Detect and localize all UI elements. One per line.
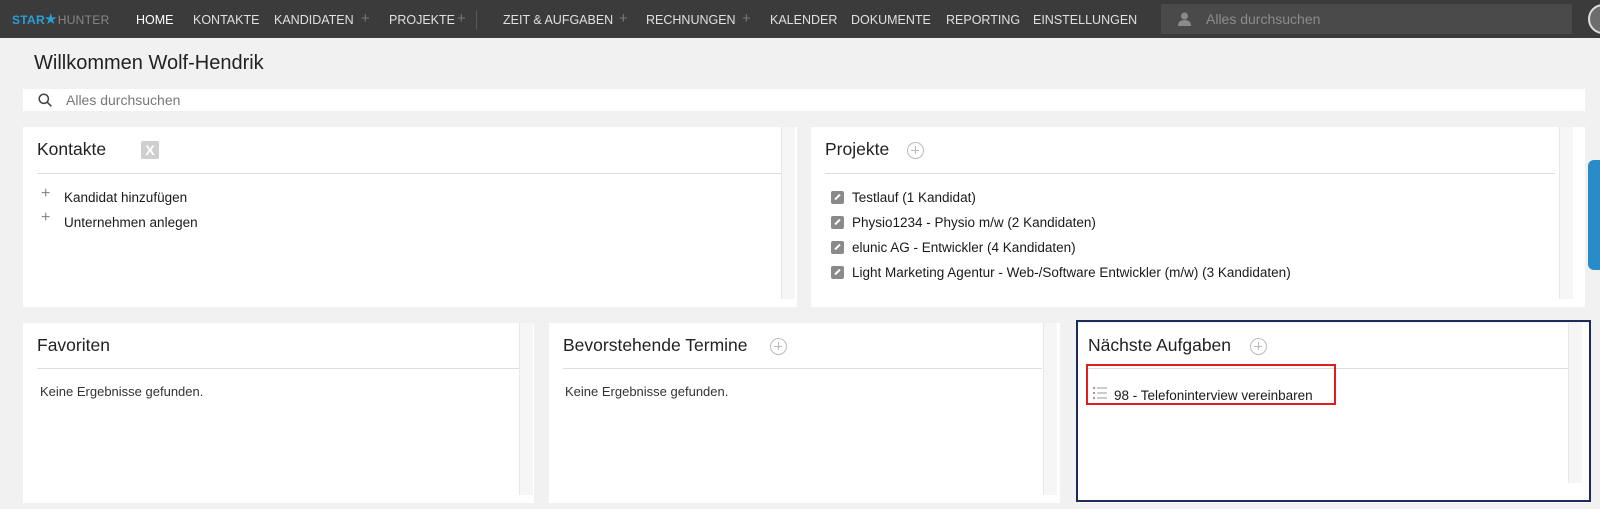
plus-icon: + — [41, 209, 51, 226]
projekt-item[interactable]: Testlauf (1 Kandidat) — [852, 190, 976, 205]
projekte-panel: Projekte Testlauf (1 Kandidat) Physio123… — [811, 127, 1585, 307]
starhunter-logo[interactable]: STAR ★ HUNTER — [12, 11, 110, 28]
projekt-link-icon — [831, 241, 844, 254]
xing-icon[interactable]: X — [141, 141, 159, 159]
projekt-link-icon — [831, 216, 844, 229]
search-icon — [38, 93, 52, 107]
page-title: Willkommen Wolf-Hendrik — [34, 52, 264, 74]
add-kandidat-link[interactable]: Kandidat hinzufügen — [64, 190, 187, 205]
nav-dokumente[interactable]: DOKUMENTE — [851, 13, 931, 27]
divider — [825, 173, 1555, 174]
nav-kandidaten[interactable]: KANDIDATEN — [274, 13, 354, 27]
kontakte-title: Kontakte — [37, 139, 107, 159]
divider — [563, 368, 1042, 369]
star-icon: ★ — [43, 11, 58, 28]
focus-highlight — [1076, 320, 1591, 502]
empty-message: Keine Ergebnisse gefunden. — [565, 384, 729, 399]
nav-kontakte[interactable]: KONTAKTE — [193, 13, 259, 27]
scrollbar[interactable] — [781, 127, 795, 299]
termine-title: Bevorstehende Termine — [563, 335, 748, 355]
search-placeholder: Alles durchsuchen — [66, 92, 181, 108]
projekt-item[interactable]: elunic AG - Entwickler (4 Kandidaten) — [852, 240, 1076, 255]
global-search-input[interactable]: Alles durchsuchen — [1161, 4, 1572, 34]
nav-home[interactable]: HOME — [136, 13, 174, 27]
projekt-item[interactable]: Physio1234 - Physio m/w (2 Kandidaten) — [852, 215, 1096, 230]
scrollbar[interactable] — [519, 323, 533, 495]
termine-panel: Bevorstehende Termine Keine Ergebnisse g… — [549, 323, 1060, 503]
top-navigation: STAR ★ HUNTER HOME KONTAKTE KANDIDATEN + P… — [0, 0, 1600, 38]
global-search-placeholder: Alles durchsuchen — [1206, 11, 1321, 27]
divider — [37, 173, 781, 174]
kontakte-panel: Kontakte X + Kandidat hinzufügen + Unter… — [23, 127, 797, 307]
avatar[interactable] — [1588, 4, 1600, 34]
nav-zeit-aufgaben[interactable]: ZEIT & AUFGABEN — [503, 13, 613, 27]
add-rechnung-plus-icon[interactable]: + — [742, 10, 751, 27]
nav-rechnungen[interactable]: RECHNUNGEN — [646, 13, 736, 27]
add-aufgabe-plus-icon[interactable]: + — [619, 10, 628, 27]
favoriten-title: Favoriten — [37, 335, 110, 355]
projekte-title: Projekte — [825, 139, 890, 159]
add-projekt-icon[interactable] — [907, 142, 924, 159]
nav-einstellungen[interactable]: EINSTELLUNGEN — [1033, 13, 1137, 27]
nav-projekte[interactable]: PROJEKTE — [389, 13, 455, 27]
annotation-highlight — [1086, 364, 1336, 405]
search-input[interactable]: Alles durchsuchen — [23, 89, 1585, 111]
user-icon — [1178, 12, 1191, 26]
nav-kalender[interactable]: KALENDER — [770, 13, 837, 27]
empty-message: Keine Ergebnisse gefunden. — [40, 384, 204, 399]
projekt-link-icon — [831, 191, 844, 204]
nav-divider — [476, 10, 477, 30]
favoriten-panel: Favoriten Keine Ergebnisse gefunden. — [23, 323, 534, 503]
add-unternehmen-link[interactable]: Unternehmen anlegen — [64, 215, 198, 230]
side-tab[interactable] — [1588, 160, 1600, 270]
add-termin-icon[interactable] — [770, 338, 787, 355]
add-projekt-plus-icon[interactable]: + — [457, 10, 466, 27]
nav-reporting[interactable]: REPORTING — [946, 13, 1020, 27]
projekt-link-icon — [831, 266, 844, 279]
scrollbar[interactable] — [1559, 127, 1573, 299]
divider — [37, 368, 530, 369]
projekt-item[interactable]: Light Marketing Agentur - Web-/Software … — [852, 265, 1291, 280]
add-kandidat-plus-icon[interactable]: + — [361, 10, 370, 27]
plus-icon: + — [41, 185, 51, 202]
scrollbar[interactable] — [1043, 323, 1057, 495]
